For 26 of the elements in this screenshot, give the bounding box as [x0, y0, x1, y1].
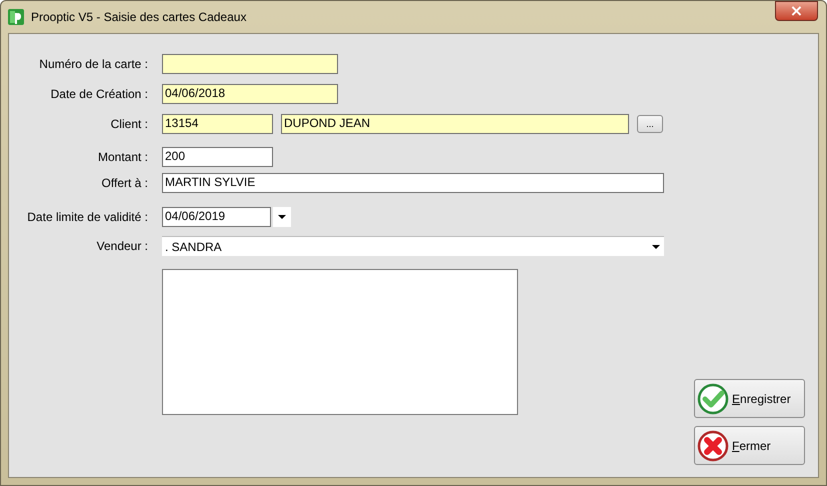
notes-field[interactable] — [162, 269, 518, 415]
cross-icon — [697, 430, 729, 462]
field-label: Date limite de validité : — [26, 210, 148, 224]
field-label: Date de Création : — [50, 87, 148, 101]
field-label: Montant : — [96, 150, 148, 164]
date-field[interactable]: 04/06/2019 — [162, 207, 271, 227]
input-field[interactable]: 13154 — [162, 114, 273, 134]
caret-icon — [278, 215, 286, 219]
input-field[interactable]: 200 — [162, 147, 273, 167]
field-label: Client : — [110, 117, 148, 131]
field-label: Vendeur : — [96, 239, 148, 253]
save-button[interactable]: Enregistrer — [694, 379, 805, 418]
browse-button[interactable]: ... — [637, 115, 663, 133]
caret-icon — [652, 244, 660, 248]
checkmark-icon — [697, 382, 729, 414]
input-field[interactable] — [162, 54, 338, 74]
field-label: Offert à : — [100, 176, 148, 190]
input-field[interactable]: 04/06/2018 — [162, 84, 338, 104]
field-label: Numéro de la carte : — [38, 57, 148, 71]
input-field[interactable]: MARTIN SYLVIE — [162, 173, 664, 193]
close-button[interactable]: Fermer — [694, 426, 805, 465]
window-title: Prooptic V5 - Saisie des cartes Cadeaux — [31, 10, 248, 24]
seller-dropdown[interactable]: . SANDRA — [162, 236, 664, 256]
input-field[interactable]: DUPOND JEAN — [281, 114, 629, 134]
app-icon — [8, 9, 24, 25]
dropdown-button[interactable] — [273, 207, 291, 227]
